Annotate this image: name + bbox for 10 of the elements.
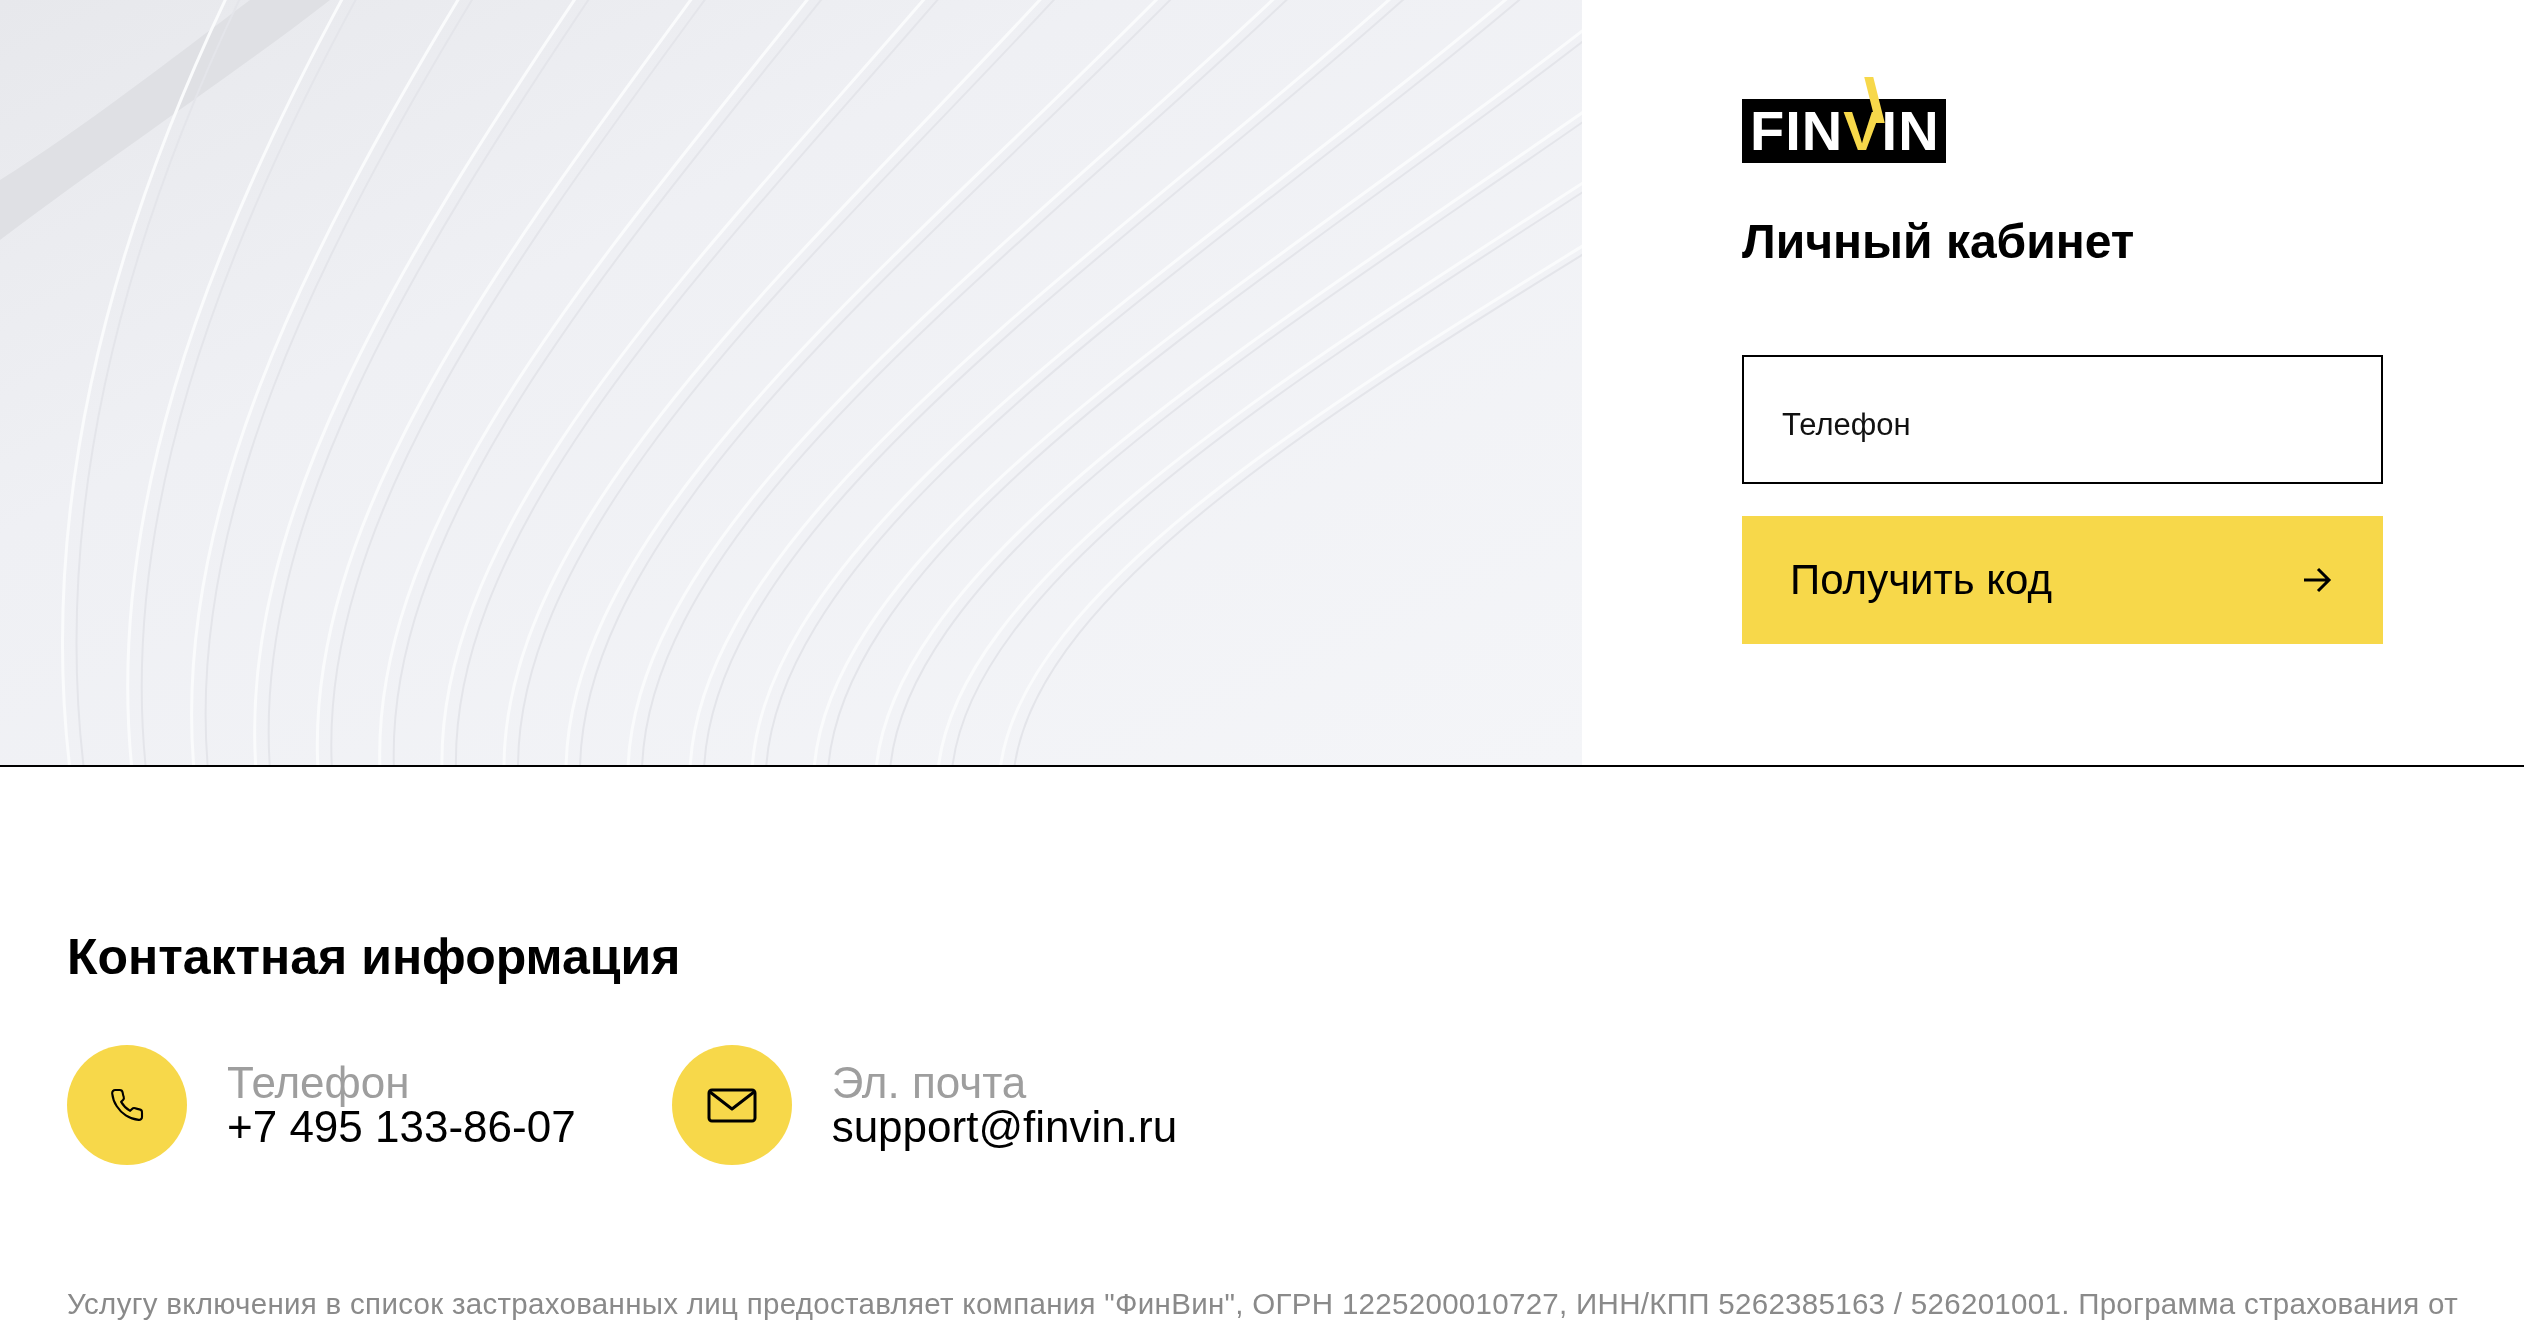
email-link[interactable]: support@finvin.ru (831, 1105, 1178, 1149)
contact-label: Телефон (227, 1061, 410, 1105)
section-heading: Контактная информация (67, 928, 681, 987)
mail-icon (671, 1045, 792, 1165)
get-code-button[interactable]: Получить код (1742, 516, 2383, 644)
contact-label: Эл. почта (831, 1061, 1027, 1105)
phone-icon (67, 1045, 187, 1165)
page-title: Личный кабинет (1742, 214, 2135, 270)
legal-note-text: Услугу включения в список застрахованных лиц предоставляет компания "ФинВин", ОГРН 1225200010727, ИНН/КПП 5262385163 / 526201001. Программа страхования от (67, 1287, 2458, 1321)
phone-input-field[interactable]: Телефон (1742, 355, 2383, 484)
